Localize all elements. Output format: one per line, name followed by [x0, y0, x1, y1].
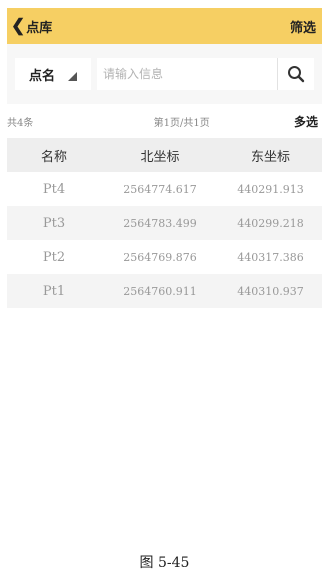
search-type-label: 点名	[29, 68, 56, 84]
east-coordinate: 440291.913	[237, 182, 304, 196]
search-button[interactable]	[277, 58, 314, 90]
dropdown-triangle-icon	[68, 72, 77, 81]
point-name: Pt4	[42, 181, 66, 197]
east-coordinate: 440317.386	[237, 250, 304, 264]
table-row[interactable]: Pt1 2564760.911 440310.937	[7, 274, 322, 308]
top-bar: ❮ 点库 筛选	[7, 8, 322, 44]
table-row[interactable]: Pt4 2564774.617 440291.913	[7, 172, 322, 206]
table-header: 名称 北坐标 东坐标	[7, 138, 322, 172]
table-row[interactable]: Pt2 2564769.876 440317.386	[7, 240, 322, 274]
back-label: 点库	[26, 20, 53, 36]
north-coordinate: 2564783.499	[123, 216, 197, 230]
search-type-dropdown[interactable]: 点名	[15, 58, 91, 90]
search-input[interactable]	[97, 58, 277, 90]
north-coordinate: 2564769.876	[123, 250, 197, 264]
east-coordinate: 440299.218	[237, 216, 304, 230]
column-header-east[interactable]: 东坐标	[219, 146, 322, 165]
point-name: Pt3	[42, 215, 66, 231]
column-header-north[interactable]: 北坐标	[101, 146, 219, 165]
east-coordinate: 440310.937	[237, 284, 304, 298]
list-info-row: 共4条 第1页/共1页 多选	[7, 104, 322, 138]
point-name: Pt2	[42, 249, 66, 265]
figure-caption: 图 5-45	[139, 555, 190, 571]
phone-screen: ❮ 点库 筛选 点名 共4条 第1页/共1页 多选 名称 北坐标 东坐标 Pt4…	[7, 8, 322, 534]
search-icon	[288, 66, 305, 83]
filter-button[interactable]: 筛选	[290, 17, 316, 36]
back-button[interactable]: ❮ 点库	[11, 17, 52, 36]
table-row[interactable]: Pt3 2564783.499 440299.218	[7, 206, 322, 240]
multi-select-button[interactable]: 多选	[294, 113, 318, 130]
north-coordinate: 2564774.617	[123, 182, 197, 196]
north-coordinate: 2564760.911	[123, 284, 197, 298]
record-count: 共4条	[7, 117, 34, 129]
page-indicator: 第1页/共1页	[153, 117, 210, 129]
column-header-name[interactable]: 名称	[7, 146, 101, 165]
point-name: Pt1	[42, 283, 66, 299]
search-bar: 点名	[7, 44, 322, 104]
chevron-left-icon: ❮	[11, 15, 26, 36]
